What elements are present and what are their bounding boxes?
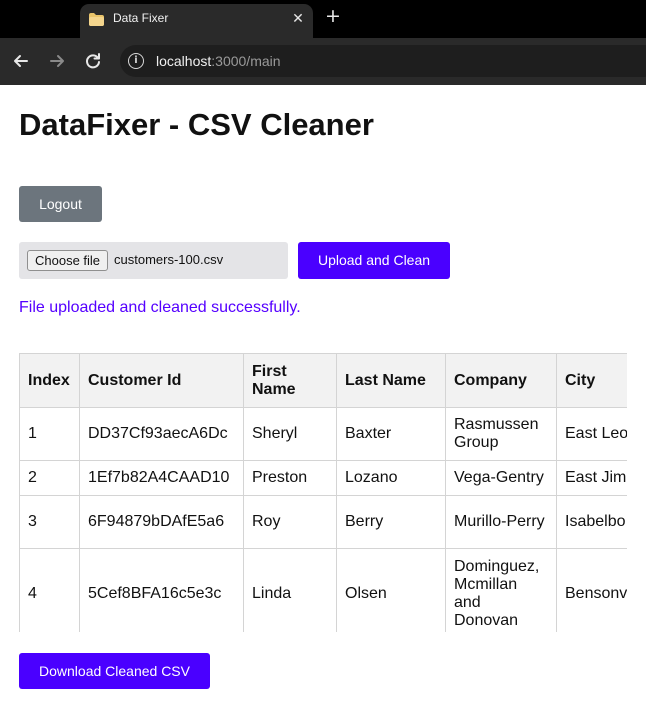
browser-tab[interactable]: Data Fixer ✕ — [80, 4, 313, 38]
data-table-container[interactable]: Index Customer Id First Name Last Name C… — [19, 353, 627, 632]
tab-title: Data Fixer — [113, 11, 169, 25]
choose-file-button[interactable]: Choose file — [27, 250, 109, 271]
table-cell: Olsen — [336, 548, 446, 632]
upload-and-clean-button[interactable]: Upload and Clean — [298, 242, 450, 279]
column-header-customer-id: Customer Id — [79, 353, 244, 408]
status-message: File uploaded and cleaned successfully. — [19, 299, 301, 316]
page-content: DataFixer - CSV Cleaner Logout Choose fi… — [0, 85, 646, 724]
logout-button[interactable]: Logout — [19, 186, 102, 222]
reload-icon[interactable] — [82, 50, 104, 72]
column-header-city: City — [556, 353, 627, 408]
column-header-index: Index — [19, 353, 80, 408]
table-cell: Bensonv — [556, 548, 627, 632]
table-cell: Roy — [243, 495, 337, 549]
table-cell: Linda — [243, 548, 337, 632]
new-tab-button[interactable]: + — [325, 5, 341, 27]
table-cell: 2 — [19, 460, 80, 496]
folder-icon — [89, 13, 104, 26]
forward-arrow-icon[interactable] — [46, 50, 68, 72]
download-cleaned-csv-button[interactable]: Download Cleaned CSV — [19, 653, 210, 689]
address-bar[interactable]: i localhost:3000/main — [120, 45, 646, 77]
table-cell: DD37Cf93aecA6Dc — [79, 407, 244, 461]
table-cell: 3 — [19, 495, 80, 549]
back-arrow-icon[interactable] — [10, 50, 32, 72]
table-cell: East Leo — [556, 407, 627, 461]
selected-file-name: customers-100.csv — [114, 252, 224, 267]
table-cell: Lozano — [336, 460, 446, 496]
table-cell: Berry — [336, 495, 446, 549]
data-table: Index Customer Id First Name Last Name C… — [19, 353, 627, 632]
url-path: :3000/main — [211, 53, 281, 69]
table-cell: 1 — [19, 407, 80, 461]
column-header-first-name: First Name — [243, 353, 337, 408]
table-row: 2 1Ef7b82A4CAAD10 Preston Lozano Vega-Ge… — [19, 460, 627, 496]
table-header-row: Index Customer Id First Name Last Name C… — [19, 353, 627, 408]
browser-tab-strip: Data Fixer ✕ + — [0, 0, 646, 38]
table-cell: Baxter — [336, 407, 446, 461]
browser-toolbar: i localhost:3000/main — [0, 38, 646, 85]
table-cell: East Jim — [556, 460, 627, 496]
table-row: 1 DD37Cf93aecA6Dc Sheryl Baxter Rasmusse… — [19, 407, 627, 461]
table-cell: Vega-Gentry — [445, 460, 557, 496]
file-input[interactable]: Choose file customers-100.csv — [19, 242, 288, 279]
table-cell: Dominguez, Mcmillan and Donovan — [445, 548, 557, 632]
table-cell: Preston — [243, 460, 337, 496]
table-cell: 4 — [19, 548, 80, 632]
site-info-icon[interactable]: i — [128, 53, 144, 69]
table-cell: Murillo-Perry — [445, 495, 557, 549]
column-header-company: Company — [445, 353, 557, 408]
table-cell: 1Ef7b82A4CAAD10 — [79, 460, 244, 496]
table-cell: 5Cef8BFA16c5e3c — [79, 548, 244, 632]
table-cell: Isabelbo — [556, 495, 627, 549]
column-header-last-name: Last Name — [336, 353, 446, 408]
table-cell: Rasmussen Group — [445, 407, 557, 461]
table-row: 3 6F94879bDAfE5a6 Roy Berry Murillo-Perr… — [19, 495, 627, 549]
page-title: DataFixer - CSV Cleaner — [19, 107, 374, 142]
close-tab-icon[interactable]: ✕ — [290, 10, 306, 27]
table-cell: 6F94879bDAfE5a6 — [79, 495, 244, 549]
url-host: localhost — [156, 53, 212, 69]
table-row: 4 5Cef8BFA16c5e3c Linda Olsen Dominguez,… — [19, 548, 627, 632]
url-text: localhost:3000/main — [156, 53, 281, 69]
table-cell: Sheryl — [243, 407, 337, 461]
